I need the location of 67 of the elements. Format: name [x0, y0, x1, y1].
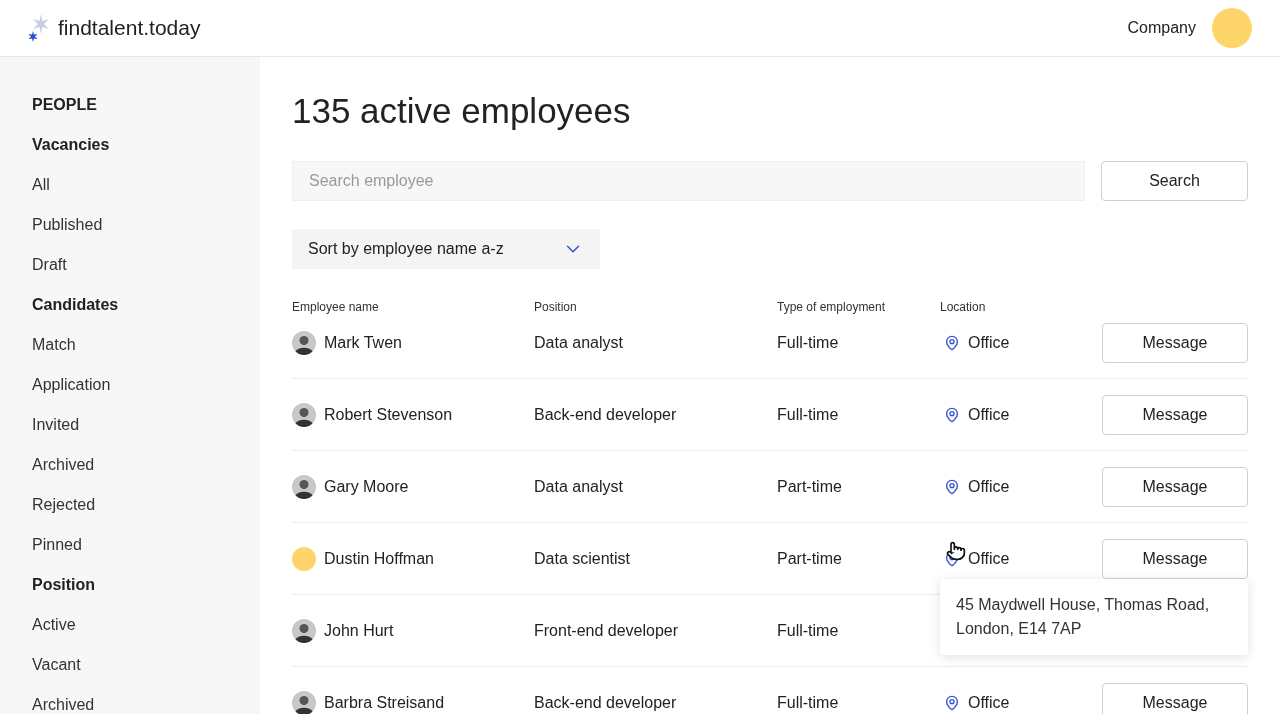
employee-name: Mark Twen — [324, 333, 402, 353]
employment-type: Part-time — [777, 476, 842, 497]
sidebar-item[interactable]: Pinned — [32, 533, 82, 557]
position-cell-text: Front-end developer — [534, 620, 679, 641]
company-link[interactable]: Company — [1127, 16, 1196, 40]
sort-dropdown[interactable]: Sort by employee name a-z — [292, 229, 600, 269]
address-tooltip: 45 Maydwell House, Thomas Road, London, E14 7AP — [940, 578, 1248, 655]
avatar-icon — [292, 474, 316, 499]
sidebar-heading: PEOPLE — [32, 95, 97, 115]
hand-cursor-icon — [946, 540, 966, 561]
sidebar-item[interactable]: Vacant — [32, 653, 81, 677]
location-text: Office — [968, 548, 1010, 569]
message-button[interactable]: Message — [1102, 323, 1248, 363]
message-button[interactable]: Message — [1102, 682, 1248, 714]
avatar-icon — [292, 402, 316, 427]
avatar — [292, 546, 316, 571]
location-text: Office — [968, 404, 1010, 425]
employee-name: Barbra Streisand — [324, 692, 445, 713]
avatar-icon — [292, 690, 316, 714]
position-cell-text: Back-end developer — [534, 404, 677, 425]
sidebar-heading: Candidates — [32, 295, 119, 315]
position-cell-text: Data analyst — [534, 333, 623, 353]
location-pin-icon[interactable] — [944, 335, 960, 351]
sidebar-item[interactable]: Active — [32, 613, 76, 637]
sidebar-item[interactable]: All — [32, 173, 50, 197]
sidebar-item[interactable]: Archived — [32, 453, 95, 477]
sidebar-item[interactable]: Application — [32, 373, 111, 397]
location-text: Office — [968, 333, 1010, 353]
sidebar-heading: Position — [32, 575, 96, 595]
sidebar-heading: Vacancies — [32, 135, 110, 155]
sidebar-item[interactable]: Rejected — [32, 493, 96, 517]
location-pin-icon[interactable] — [944, 694, 960, 711]
search-button[interactable]: Search — [1101, 161, 1248, 201]
location-text: Office — [968, 692, 1010, 713]
search-field[interactable]: Search employee — [292, 161, 1085, 201]
location-pin-icon[interactable] — [944, 478, 960, 495]
sidebar-item[interactable]: Invited — [32, 413, 80, 437]
logo-icon — [28, 14, 50, 42]
employment-type: Part-time — [777, 548, 842, 569]
position-cell-text: Data scientist — [534, 548, 631, 569]
employment-type: Full-time — [777, 333, 839, 353]
sidebar-item[interactable]: Match — [32, 333, 76, 357]
avatar-icon — [292, 331, 316, 355]
position-cell-text: Back-end developer — [534, 692, 677, 713]
message-button[interactable]: Message — [1102, 466, 1248, 507]
employee-name: Robert Stevenson — [324, 404, 453, 425]
employee-name: John Hurt — [324, 620, 394, 641]
message-button[interactable]: Message — [1102, 394, 1248, 435]
page-title: 135 active employees — [292, 90, 632, 132]
employee-name: Dustin Hoffman — [324, 548, 434, 569]
sidebar-item[interactable]: Published — [32, 213, 103, 237]
column-header: Type of employment — [777, 300, 886, 314]
position-cell-text: Data analyst — [534, 476, 623, 497]
brand-name[interactable]: findtalent.today — [58, 12, 201, 44]
employment-type: Full-time — [777, 404, 839, 425]
message-button[interactable]: Message — [1102, 538, 1248, 579]
column-header: Location — [940, 300, 986, 314]
location-pin-icon[interactable] — [944, 406, 960, 423]
avatar-icon — [292, 618, 316, 643]
column-header: Position — [534, 300, 577, 314]
column-header: Employee name — [292, 300, 379, 314]
employee-name: Gary Moore — [324, 476, 409, 497]
sidebar-item[interactable]: Draft — [32, 253, 67, 277]
sidebar-item[interactable]: Archived — [32, 693, 95, 714]
employment-type: Full-time — [777, 620, 839, 641]
employment-type: Full-time — [777, 692, 839, 713]
location-text: Office — [968, 476, 1010, 497]
